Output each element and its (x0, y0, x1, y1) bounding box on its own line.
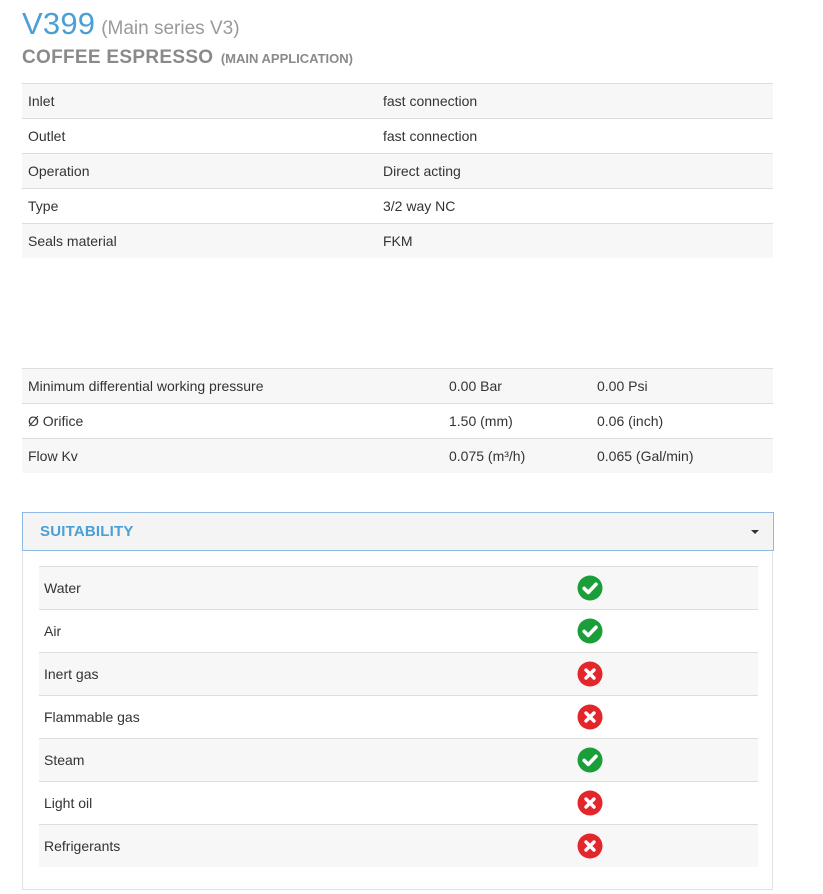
suitability-status (577, 738, 758, 782)
suitability-status (577, 781, 758, 825)
list-item: Light oil (39, 781, 758, 825)
table-row: Operation Direct acting (22, 153, 773, 189)
list-item: Air (39, 609, 758, 653)
performance-metric: 0.075 (m³/h) (443, 438, 591, 473)
performance-metric: 1.50 (mm) (443, 403, 591, 439)
application-name: COFFEE ESPRESSO (22, 47, 214, 68)
suitability-medium: Steam (39, 738, 577, 782)
performance-label: Ø Orifice (22, 403, 443, 439)
suitability-medium: Flammable gas (39, 695, 577, 739)
suitability-table: Water Air Inert gas Flammable gas Steam Light… (39, 566, 758, 867)
application-note: (MAIN APPLICATION) (220, 51, 353, 66)
performance-label: Flow Kv (22, 438, 443, 473)
suitability-title: SUITABILITY (40, 523, 134, 540)
suitability-medium: Refrigerants (39, 824, 577, 867)
spec-label: Outlet (22, 118, 377, 154)
table-row: Minimum differential working pressure 0.… (22, 368, 773, 404)
suitability-medium: Light oil (39, 781, 577, 825)
table-row: Inlet fast connection (22, 83, 773, 119)
suitability-status (577, 652, 758, 696)
model-name: V399 (22, 6, 96, 41)
performance-imperial: 0.065 (Gal/min) (591, 438, 773, 473)
suitability-status (577, 695, 758, 739)
suitability-status (577, 824, 758, 867)
suitability-status (577, 566, 758, 610)
suitability-medium: Water (39, 566, 577, 610)
spec-label: Operation (22, 153, 377, 189)
performance-metric: 0.00 Bar (443, 368, 591, 404)
x-circle-icon (577, 704, 603, 730)
check-circle-icon (577, 747, 603, 773)
performance-imperial: 0.00 Psi (591, 368, 773, 404)
suitability-toggle[interactable]: SUITABILITY (22, 512, 774, 551)
product-title: V399 (Main series V3) (22, 6, 240, 42)
list-item: Flammable gas (39, 695, 758, 739)
performance-table: Minimum differential working pressure 0.… (22, 368, 773, 473)
performance-label: Minimum differential working pressure (22, 368, 443, 404)
specs-table: Inlet fast connection Outlet fast connec… (22, 83, 773, 258)
check-circle-icon (577, 575, 603, 601)
spec-value: FKM (377, 223, 773, 258)
x-circle-icon (577, 833, 603, 859)
performance-imperial: 0.06 (inch) (591, 403, 773, 439)
list-item: Steam (39, 738, 758, 782)
spec-label: Type (22, 188, 377, 224)
table-row: Seals material FKM (22, 223, 773, 258)
table-row: Type 3/2 way NC (22, 188, 773, 224)
x-circle-icon (577, 790, 603, 816)
spec-value: fast connection (377, 118, 773, 154)
check-circle-icon (577, 618, 603, 644)
suitability-panel: SUITABILITY Water Air Inert gas Flammable g… (22, 512, 774, 890)
spec-label: Seals material (22, 223, 377, 258)
suitability-medium: Inert gas (39, 652, 577, 696)
series-name: (Main series V3) (101, 18, 240, 39)
spec-value: fast connection (377, 83, 773, 119)
list-item: Water (39, 566, 758, 610)
spec-value: Direct acting (377, 153, 773, 189)
table-row: Ø Orifice 1.50 (mm) 0.06 (inch) (22, 403, 773, 439)
table-row: Flow Kv 0.075 (m³/h) 0.065 (Gal/min) (22, 438, 773, 473)
suitability-status (577, 609, 758, 653)
spec-label: Inlet (22, 83, 377, 119)
caret-down-icon (751, 530, 759, 534)
x-circle-icon (577, 661, 603, 687)
spec-value: 3/2 way NC (377, 188, 773, 224)
suitability-medium: Air (39, 609, 577, 653)
application-line: COFFEE ESPRESSO (MAIN APPLICATION) (22, 47, 353, 69)
list-item: Refrigerants (39, 824, 758, 867)
table-row: Outlet fast connection (22, 118, 773, 154)
list-item: Inert gas (39, 652, 758, 696)
